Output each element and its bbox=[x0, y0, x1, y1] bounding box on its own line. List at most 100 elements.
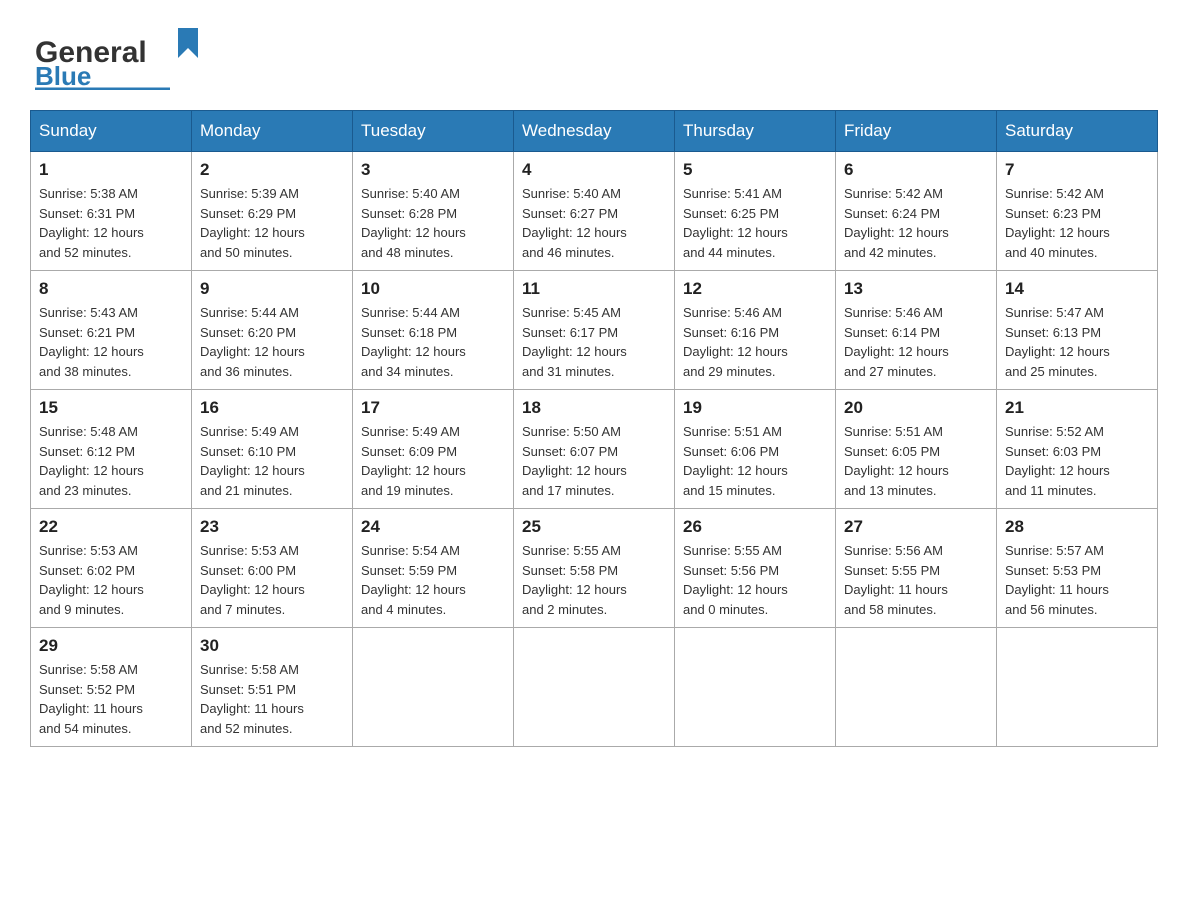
calendar-cell bbox=[675, 628, 836, 747]
calendar-cell: 23 Sunrise: 5:53 AMSunset: 6:00 PMDayligh… bbox=[192, 509, 353, 628]
day-info: Sunrise: 5:40 AMSunset: 6:28 PMDaylight:… bbox=[361, 184, 505, 262]
calendar-cell: 15 Sunrise: 5:48 AMSunset: 6:12 PMDayligh… bbox=[31, 390, 192, 509]
day-info: Sunrise: 5:40 AMSunset: 6:27 PMDaylight:… bbox=[522, 184, 666, 262]
day-number: 29 bbox=[39, 636, 183, 656]
calendar-cell: 12 Sunrise: 5:46 AMSunset: 6:16 PMDayligh… bbox=[675, 271, 836, 390]
week-row-3: 15 Sunrise: 5:48 AMSunset: 6:12 PMDayligh… bbox=[31, 390, 1158, 509]
week-row-2: 8 Sunrise: 5:43 AMSunset: 6:21 PMDaylight… bbox=[31, 271, 1158, 390]
page-header: General Blue bbox=[30, 20, 1158, 90]
calendar-cell: 5 Sunrise: 5:41 AMSunset: 6:25 PMDaylight… bbox=[675, 152, 836, 271]
calendar-cell: 29 Sunrise: 5:58 AMSunset: 5:52 PMDayligh… bbox=[31, 628, 192, 747]
day-info: Sunrise: 5:48 AMSunset: 6:12 PMDaylight:… bbox=[39, 422, 183, 500]
calendar-cell: 24Sunrise: 5:54 AMSunset: 5:59 PMDayligh… bbox=[353, 509, 514, 628]
day-info: Sunrise: 5:49 AMSunset: 6:09 PMDaylight:… bbox=[361, 422, 505, 500]
calendar-cell bbox=[514, 628, 675, 747]
day-number: 20 bbox=[844, 398, 988, 418]
weekday-header-friday: Friday bbox=[836, 111, 997, 152]
day-info: Sunrise: 5:46 AMSunset: 6:14 PMDaylight:… bbox=[844, 303, 988, 381]
calendar-cell: 7 Sunrise: 5:42 AMSunset: 6:23 PMDaylight… bbox=[997, 152, 1158, 271]
day-info: Sunrise: 5:44 AMSunset: 6:20 PMDaylight:… bbox=[200, 303, 344, 381]
day-info: Sunrise: 5:58 AMSunset: 5:51 PMDaylight:… bbox=[200, 660, 344, 738]
calendar-cell: 1 Sunrise: 5:38 AMSunset: 6:31 PMDaylight… bbox=[31, 152, 192, 271]
day-number: 13 bbox=[844, 279, 988, 299]
calendar-cell: 8 Sunrise: 5:43 AMSunset: 6:21 PMDaylight… bbox=[31, 271, 192, 390]
calendar-cell bbox=[353, 628, 514, 747]
calendar-cell: 16 Sunrise: 5:49 AMSunset: 6:10 PMDayligh… bbox=[192, 390, 353, 509]
day-number: 24 bbox=[361, 517, 505, 537]
day-info: Sunrise: 5:57 AMSunset: 5:53 PMDaylight:… bbox=[1005, 541, 1149, 619]
day-number: 8 bbox=[39, 279, 183, 299]
day-info: Sunrise: 5:52 AMSunset: 6:03 PMDaylight:… bbox=[1005, 422, 1149, 500]
week-row-1: 1 Sunrise: 5:38 AMSunset: 6:31 PMDaylight… bbox=[31, 152, 1158, 271]
calendar-cell: 18 Sunrise: 5:50 AMSunset: 6:07 PMDayligh… bbox=[514, 390, 675, 509]
calendar-cell: 13 Sunrise: 5:46 AMSunset: 6:14 PMDayligh… bbox=[836, 271, 997, 390]
logo: General Blue bbox=[30, 20, 210, 90]
day-number: 7 bbox=[1005, 160, 1149, 180]
day-number: 2 bbox=[200, 160, 344, 180]
weekday-header-thursday: Thursday bbox=[675, 111, 836, 152]
calendar-cell: 19 Sunrise: 5:51 AMSunset: 6:06 PMDayligh… bbox=[675, 390, 836, 509]
day-number: 16 bbox=[200, 398, 344, 418]
day-info: Sunrise: 5:53 AMSunset: 6:02 PMDaylight:… bbox=[39, 541, 183, 619]
day-number: 22 bbox=[39, 517, 183, 537]
weekday-header-saturday: Saturday bbox=[997, 111, 1158, 152]
week-row-4: 22 Sunrise: 5:53 AMSunset: 6:02 PMDayligh… bbox=[31, 509, 1158, 628]
day-number: 9 bbox=[200, 279, 344, 299]
svg-text:Blue: Blue bbox=[35, 61, 91, 90]
day-number: 5 bbox=[683, 160, 827, 180]
day-number: 18 bbox=[522, 398, 666, 418]
calendar-cell: 10 Sunrise: 5:44 AMSunset: 6:18 PMDayligh… bbox=[353, 271, 514, 390]
week-row-5: 29 Sunrise: 5:58 AMSunset: 5:52 PMDayligh… bbox=[31, 628, 1158, 747]
weekday-header-sunday: Sunday bbox=[31, 111, 192, 152]
calendar-cell: 21 Sunrise: 5:52 AMSunset: 6:03 PMDayligh… bbox=[997, 390, 1158, 509]
day-number: 23 bbox=[200, 517, 344, 537]
day-info: Sunrise: 5:39 AMSunset: 6:29 PMDaylight:… bbox=[200, 184, 344, 262]
day-number: 4 bbox=[522, 160, 666, 180]
calendar-cell: 30 Sunrise: 5:58 AMSunset: 5:51 PMDayligh… bbox=[192, 628, 353, 747]
day-number: 1 bbox=[39, 160, 183, 180]
day-info: Sunrise: 5:46 AMSunset: 6:16 PMDaylight:… bbox=[683, 303, 827, 381]
day-info: Sunrise: 5:43 AMSunset: 6:21 PMDaylight:… bbox=[39, 303, 183, 381]
weekday-header-wednesday: Wednesday bbox=[514, 111, 675, 152]
day-info: Sunrise: 5:55 AMSunset: 5:56 PMDaylight:… bbox=[683, 541, 827, 619]
day-info: Sunrise: 5:51 AMSunset: 6:05 PMDaylight:… bbox=[844, 422, 988, 500]
day-number: 25 bbox=[522, 517, 666, 537]
day-number: 21 bbox=[1005, 398, 1149, 418]
day-info: Sunrise: 5:41 AMSunset: 6:25 PMDaylight:… bbox=[683, 184, 827, 262]
day-info: Sunrise: 5:50 AMSunset: 6:07 PMDaylight:… bbox=[522, 422, 666, 500]
day-info: Sunrise: 5:55 AMSunset: 5:58 PMDaylight:… bbox=[522, 541, 666, 619]
day-number: 12 bbox=[683, 279, 827, 299]
day-number: 15 bbox=[39, 398, 183, 418]
calendar-cell: 14Sunrise: 5:47 AMSunset: 6:13 PMDayligh… bbox=[997, 271, 1158, 390]
day-number: 19 bbox=[683, 398, 827, 418]
calendar-cell: 28 Sunrise: 5:57 AMSunset: 5:53 PMDayligh… bbox=[997, 509, 1158, 628]
calendar-cell: 27 Sunrise: 5:56 AMSunset: 5:55 PMDayligh… bbox=[836, 509, 997, 628]
day-number: 27 bbox=[844, 517, 988, 537]
day-info: Sunrise: 5:49 AMSunset: 6:10 PMDaylight:… bbox=[200, 422, 344, 500]
day-number: 28 bbox=[1005, 517, 1149, 537]
calendar-cell: 4 Sunrise: 5:40 AMSunset: 6:27 PMDaylight… bbox=[514, 152, 675, 271]
calendar-cell bbox=[836, 628, 997, 747]
day-info: Sunrise: 5:44 AMSunset: 6:18 PMDaylight:… bbox=[361, 303, 505, 381]
weekday-header-monday: Monday bbox=[192, 111, 353, 152]
weekday-header-row: SundayMondayTuesdayWednesdayThursdayFrid… bbox=[31, 111, 1158, 152]
day-info: Sunrise: 5:58 AMSunset: 5:52 PMDaylight:… bbox=[39, 660, 183, 738]
calendar-cell: 22 Sunrise: 5:53 AMSunset: 6:02 PMDayligh… bbox=[31, 509, 192, 628]
calendar-cell: 17Sunrise: 5:49 AMSunset: 6:09 PMDayligh… bbox=[353, 390, 514, 509]
day-info: Sunrise: 5:56 AMSunset: 5:55 PMDaylight:… bbox=[844, 541, 988, 619]
logo-svg: General Blue bbox=[30, 20, 210, 90]
calendar-cell: 3Sunrise: 5:40 AMSunset: 6:28 PMDaylight… bbox=[353, 152, 514, 271]
day-info: Sunrise: 5:42 AMSunset: 6:23 PMDaylight:… bbox=[1005, 184, 1149, 262]
day-number: 10 bbox=[361, 279, 505, 299]
calendar-cell: 20 Sunrise: 5:51 AMSunset: 6:05 PMDayligh… bbox=[836, 390, 997, 509]
day-number: 30 bbox=[200, 636, 344, 656]
day-number: 11 bbox=[522, 279, 666, 299]
calendar-cell: 2 Sunrise: 5:39 AMSunset: 6:29 PMDaylight… bbox=[192, 152, 353, 271]
day-number: 14 bbox=[1005, 279, 1149, 299]
day-info: Sunrise: 5:42 AMSunset: 6:24 PMDaylight:… bbox=[844, 184, 988, 262]
day-info: Sunrise: 5:53 AMSunset: 6:00 PMDaylight:… bbox=[200, 541, 344, 619]
calendar-cell: 26Sunrise: 5:55 AMSunset: 5:56 PMDayligh… bbox=[675, 509, 836, 628]
day-info: Sunrise: 5:51 AMSunset: 6:06 PMDaylight:… bbox=[683, 422, 827, 500]
calendar-table: SundayMondayTuesdayWednesdayThursdayFrid… bbox=[30, 110, 1158, 747]
day-info: Sunrise: 5:38 AMSunset: 6:31 PMDaylight:… bbox=[39, 184, 183, 262]
